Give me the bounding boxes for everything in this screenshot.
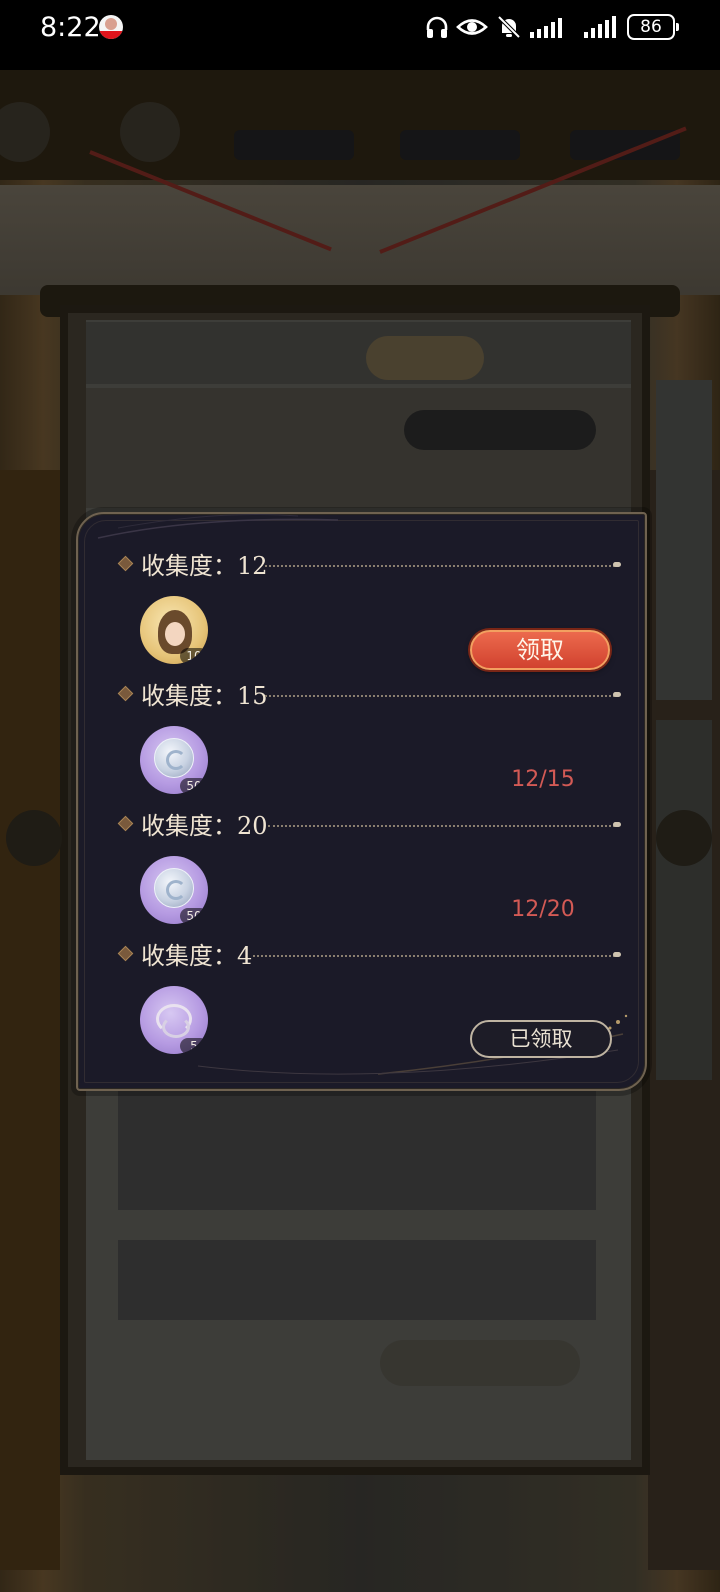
diamond-bullet-icon: [117, 945, 134, 962]
dotted-divider: [253, 955, 615, 957]
app-notification-icon: [99, 15, 123, 39]
signal-icon: [584, 16, 616, 38]
diamond-bullet-icon: [117, 555, 134, 572]
tier-title: 收集度：12: [141, 552, 268, 580]
reward-quantity: 5: [180, 1038, 208, 1054]
divider-end-icon: [613, 822, 621, 827]
dotted-divider: [265, 695, 615, 697]
diamond-bullet-icon: [117, 685, 134, 702]
progress-text: 12/15: [511, 767, 575, 792]
tier-header: 收集度：20: [78, 804, 645, 846]
battery-level: 86: [640, 17, 662, 37]
rope-icon[interactable]: 5: [140, 986, 208, 1054]
divider-end-icon: [613, 952, 621, 957]
reward-tier: 收集度：20 50 12/20: [78, 804, 645, 934]
status-icons: 86: [410, 0, 720, 70]
progress-text: 12/20: [511, 897, 575, 922]
reward-quantity: 50: [180, 778, 208, 794]
signal-icon: [530, 18, 562, 38]
tier-title: 收集度：15: [141, 682, 268, 710]
reward-quantity: 50: [180, 908, 208, 924]
diamond-bullet-icon: [117, 815, 134, 832]
dotted-divider: [265, 565, 615, 567]
bell-muted-icon: [497, 15, 521, 39]
reward-quantity: 10: [180, 648, 208, 664]
character-portrait-icon[interactable]: 10: [140, 596, 208, 664]
tier-header: 收集度：15: [78, 674, 645, 716]
tier-title: 收集度：20: [141, 812, 268, 840]
reward-tier: 收集度：4 5 已领取: [78, 934, 645, 1064]
silver-coin-icon[interactable]: 50: [140, 726, 208, 794]
eye-icon: [456, 19, 488, 35]
claimed-button: 已领取: [470, 1020, 612, 1058]
silver-coin-icon[interactable]: 50: [140, 856, 208, 924]
battery-icon: 86: [627, 14, 679, 40]
headphones-icon: [426, 16, 448, 38]
tier-header: 收集度：12: [78, 544, 645, 586]
divider-end-icon: [613, 692, 621, 697]
tier-header: 收集度：4: [78, 934, 645, 976]
claim-button[interactable]: 领取: [470, 630, 610, 670]
dotted-divider: [268, 825, 615, 827]
collection-rewards-dialog: 收集度：12 10 领取 收集度：15 50 12/15 收集度：20 50 1…: [76, 512, 647, 1091]
status-time: 8:22: [40, 12, 101, 43]
reward-tier: 收集度：12 10 领取: [78, 544, 645, 674]
reward-tier: 收集度：15 50 12/15: [78, 674, 645, 804]
divider-end-icon: [613, 562, 621, 567]
tier-title: 收集度：4: [141, 942, 253, 970]
status-bar: 8:22 86: [0, 0, 720, 70]
